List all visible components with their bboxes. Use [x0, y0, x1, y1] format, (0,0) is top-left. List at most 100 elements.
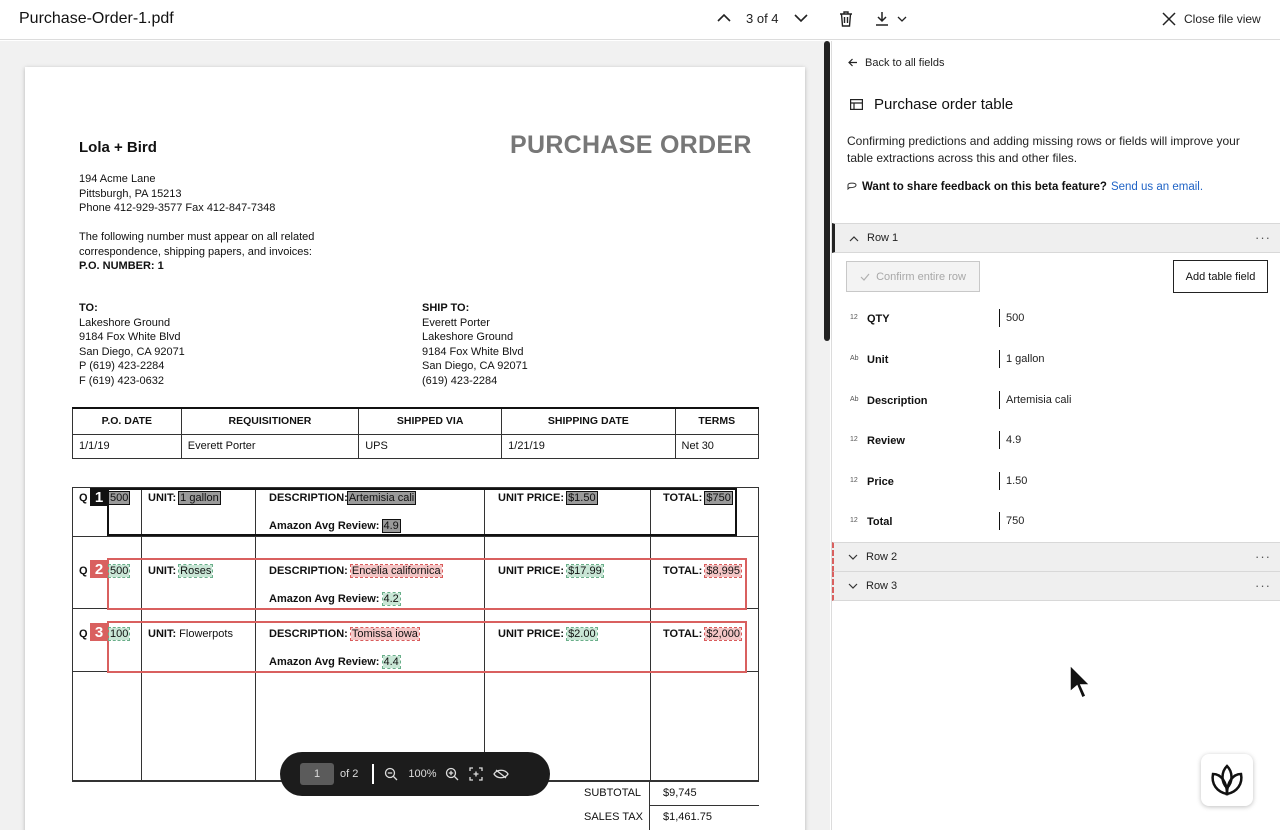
zoom-out-icon[interactable]	[384, 767, 398, 781]
unit-price-value[interactable]: $1.50	[566, 491, 598, 505]
total-cell: TOTAL: $2,000	[663, 627, 743, 641]
unit-price-cell: UNIT PRICE: $2.00	[498, 627, 598, 641]
number-type-icon: 12	[850, 314, 858, 321]
field-row[interactable]: 12 Total 750	[832, 508, 1280, 538]
qty-value[interactable]: 500	[107, 491, 131, 505]
review-value[interactable]: 4.9	[381, 519, 401, 533]
qty-value[interactable]: 500	[107, 564, 131, 578]
qty-label: Q	[79, 565, 88, 577]
chat-icon	[847, 181, 857, 193]
to-label: TO:	[79, 302, 98, 314]
field-name: Review	[867, 435, 905, 447]
notice-line: correspondence, shipping papers, and inv…	[79, 245, 312, 258]
field-value-input[interactable]: 750	[999, 512, 1024, 530]
pdf-page: Lola + Bird PURCHASE ORDER 194 Acme Lane…	[25, 67, 805, 830]
qty-value[interactable]: 100	[107, 627, 131, 641]
to-line: Lakeshore Ground	[79, 316, 171, 329]
info-cell: 1/1/19	[72, 433, 182, 459]
field-name: Description	[867, 395, 928, 407]
chevron-up-icon	[849, 235, 859, 242]
unit-price-value[interactable]: $17.99	[566, 564, 604, 578]
review-cell: Amazon Avg Review: 4.9	[269, 519, 401, 533]
panel-title: Purchase order table	[850, 96, 1013, 113]
field-row[interactable]: Ab Description Artemisia cali	[832, 387, 1280, 417]
total-value[interactable]: $750	[704, 491, 733, 505]
chevron-up-icon[interactable]	[716, 10, 732, 26]
page-number-input[interactable]: 1	[300, 763, 334, 785]
fit-icon[interactable]	[468, 767, 483, 781]
unit-price-value[interactable]: $2.00	[566, 627, 598, 641]
ship-line: Lakeshore Ground	[422, 331, 514, 343]
document-viewer[interactable]: Lola + Bird PURCHASE ORDER 194 Acme Lane…	[0, 41, 830, 830]
close-file-view-button[interactable]: Close file view	[1162, 12, 1261, 26]
eye-off-icon[interactable]	[492, 767, 509, 781]
description-cell: DESCRIPTION:Artemisia cali	[269, 491, 417, 505]
total-cell: TOTAL: $8,995	[663, 564, 743, 578]
check-icon	[860, 273, 870, 281]
address-line: 194 Acme Lane	[79, 173, 156, 185]
field-value-input[interactable]: Artemisia cali	[999, 391, 1071, 409]
total-value[interactable]: $2,000	[704, 627, 743, 641]
viewer-toolbar: 1 of 2 100%	[280, 752, 550, 796]
unit-cell: UNIT: 1 gallon	[148, 491, 221, 505]
description-cell: DESCRIPTION: Encelia californica	[269, 564, 443, 578]
text-type-icon: Ab	[850, 355, 859, 362]
add-table-field-button[interactable]: Add table field	[1173, 260, 1268, 293]
row-more-button[interactable]: ···	[1255, 578, 1271, 593]
file-name: Purchase-Order-1.pdf	[19, 10, 174, 27]
field-row[interactable]: 12 Price 1.50	[832, 468, 1280, 498]
info-cell: UPS	[358, 433, 503, 459]
number-type-icon: 12	[850, 517, 858, 524]
unit-value[interactable]: Roses	[178, 564, 214, 578]
ship-line: (619) 423-2284	[422, 374, 498, 387]
row-1-header[interactable]: Row 1 ···	[832, 223, 1280, 253]
panel-title-text: Purchase order table	[874, 96, 1014, 113]
to-line: San Diego, CA 92071	[79, 345, 185, 358]
send-email-link[interactable]: Send us an email.	[1111, 181, 1203, 193]
description-value[interactable]: Encelia californica	[349, 564, 443, 578]
review-value[interactable]: 4.2	[381, 592, 401, 606]
field-row[interactable]: Ab Unit 1 gallon	[832, 346, 1280, 376]
to-line: 9184 Fox White Blvd	[79, 331, 181, 343]
back-to-all-fields-link[interactable]: Back to all fields	[848, 56, 944, 70]
info-header: SHIPPED VIA	[358, 407, 503, 435]
row-3-header[interactable]: Row 3 ···	[832, 571, 1280, 601]
trash-icon[interactable]	[838, 10, 854, 28]
description-value[interactable]: Artemisia cali	[346, 491, 417, 505]
row-badge: 2	[90, 560, 108, 578]
text-type-icon: Ab	[850, 396, 859, 403]
unit-value[interactable]: 1 gallon	[178, 491, 221, 505]
notice-line: The following number must appear on all …	[79, 231, 315, 243]
viewer-scrollbar[interactable]	[824, 41, 830, 341]
doc-notice: The following number must appear on all …	[79, 230, 314, 274]
to-line: F (619) 423-0632	[79, 374, 164, 387]
assistant-button[interactable]	[1201, 754, 1253, 806]
address-line: Pittsburgh, PA 15213	[79, 187, 182, 200]
field-value-input[interactable]: 500	[999, 309, 1024, 327]
field-row[interactable]: 12 QTY 500	[832, 305, 1280, 335]
unit-value[interactable]: Flowerpots	[179, 628, 233, 640]
row-more-button[interactable]: ···	[1255, 549, 1271, 564]
field-value-input[interactable]: 4.9	[999, 431, 1021, 449]
doc-address: 194 Acme Lane Pittsburgh, PA 15213 Phone…	[79, 172, 275, 216]
download-icon[interactable]	[874, 10, 908, 28]
review-value[interactable]: 4.4	[381, 655, 401, 669]
chevron-down-icon[interactable]	[793, 10, 809, 26]
row-2-header[interactable]: Row 2 ···	[832, 542, 1280, 572]
row-more-button[interactable]: ···	[1255, 230, 1271, 245]
description-cell: DESCRIPTION: Tomissa iowa	[269, 627, 420, 641]
number-type-icon: 12	[850, 477, 858, 484]
back-label: Back to all fields	[865, 57, 945, 69]
fields-panel: Back to all fields Purchase order table …	[831, 41, 1280, 830]
zoom-in-icon[interactable]	[445, 767, 459, 781]
row-label: Row 2	[866, 551, 898, 563]
description-value[interactable]: Tomissa iowa	[349, 627, 420, 641]
review-cell: Amazon Avg Review: 4.2	[269, 592, 401, 606]
field-value-input[interactable]: 1 gallon	[999, 350, 1045, 368]
field-value-input[interactable]: 1.50	[999, 472, 1027, 490]
field-row[interactable]: 12 Review 4.9	[832, 427, 1280, 457]
total-value[interactable]: $8,995	[704, 564, 743, 578]
assistant-logo-icon	[1207, 762, 1247, 798]
confirm-row-button[interactable]: Confirm entire row	[846, 261, 980, 292]
info-header: REQUISITIONER	[180, 407, 360, 435]
